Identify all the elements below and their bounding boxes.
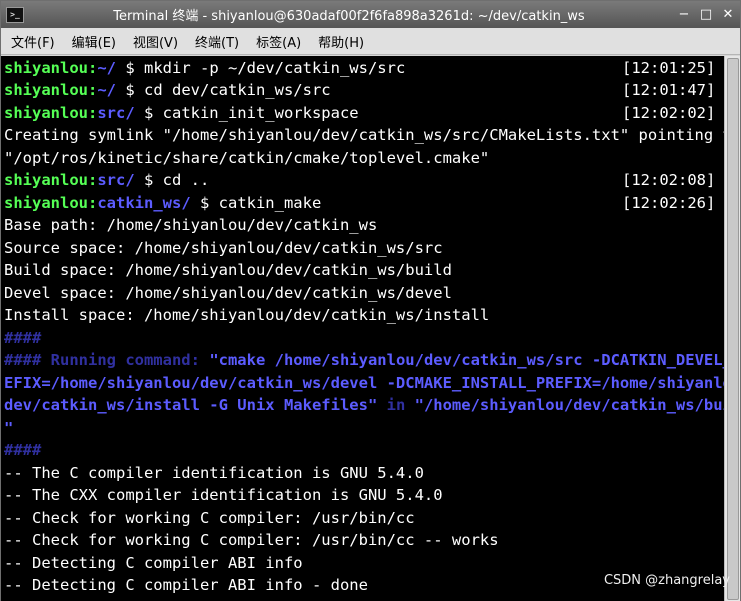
output-line: Base path: /home/shiyanlou/dev/catkin_ws [4, 216, 378, 234]
command-text: $ cd .. [134, 171, 210, 189]
menu-terminal[interactable]: 终端(T) [185, 32, 246, 51]
timestamp: [12:01:25] [622, 59, 716, 77]
prompt-line: shiyanlou:catkin_ws/ $ catkin_make [4, 192, 321, 214]
menu-bar: 文件(F) 编辑(E) 视图(V) 终端(T) 标签(A) 帮助(H) [1, 28, 740, 55]
command-text: $ catkin_make [190, 194, 322, 212]
running-dir: "/home/shiyanlou/dev/catkin_ws/build [414, 396, 724, 414]
output-line: -- Check for working C compiler: /usr/bi… [4, 509, 415, 527]
running-cmd: "cmake /home/shiyanlou/dev/catkin_ws/src… [209, 351, 724, 369]
prompt-dir: src/ [97, 104, 135, 122]
prompt-dir: src/ [97, 171, 135, 189]
menu-tabs[interactable]: 标签(A) [246, 32, 308, 51]
prompt-user: shiyanlou: [4, 104, 98, 122]
running-command-line: #### Running command: "cmake /home/shiya… [4, 349, 724, 371]
prompt-line: shiyanlou:~/ $ mkdir -p ~/dev/catkin_ws/… [4, 57, 405, 79]
timestamp: [12:02:26] [622, 194, 716, 212]
prompt-dir: ~/ [97, 81, 116, 99]
command-text: $ cd dev/catkin_ws/src [116, 81, 331, 99]
hash-line: #### [4, 441, 42, 459]
output-line: Devel space: /home/shiyanlou/dev/catkin_… [4, 284, 452, 302]
running-dir: " [4, 419, 14, 437]
prompt-user: shiyanlou: [4, 171, 98, 189]
timestamp: [12:02:02] [622, 104, 716, 122]
watermark: CSDN @zhangrelay [603, 573, 730, 588]
close-button[interactable]: ✕ [718, 6, 738, 24]
running-prefix: #### Running command: [4, 351, 210, 369]
prompt-dir: ~/ [97, 59, 116, 77]
prompt-user: shiyanlou: [4, 59, 98, 77]
prompt-line: shiyanlou:src/ $ catkin_init_workspace [4, 102, 359, 124]
output-line: "/opt/ros/kinetic/share/catkin/cmake/top… [4, 149, 490, 167]
output-line: Source space: /home/shiyanlou/dev/catkin… [4, 239, 443, 257]
terminal-app-icon: >_ [6, 6, 24, 23]
vertical-scrollbar[interactable] [724, 56, 740, 601]
prompt-line: shiyanlou:~/ $ cd dev/catkin_ws/src [4, 79, 331, 101]
menu-help[interactable]: 帮助(H) [308, 32, 371, 51]
prompt-dir: catkin_ws/ [97, 194, 191, 212]
title-bar[interactable]: >_ Terminal 终端 - shiyanlou@630adaf00f2f6… [1, 1, 740, 28]
output-line: -- Detecting C compiler ABI info - done [4, 576, 368, 594]
output-line: -- The CXX compiler identification is GN… [4, 486, 443, 504]
prompt-line: shiyanlou:src/ $ cd .. [4, 169, 209, 191]
prompt-user: shiyanlou: [4, 194, 98, 212]
terminal-window: >_ Terminal 终端 - shiyanlou@630adaf00f2f6… [0, 0, 741, 601]
running-cmd: dev/catkin_ws/install -G Unix Makefiles" [4, 396, 378, 414]
timestamp: [12:02:08] [622, 171, 716, 189]
output-line: Build space: /home/shiyanlou/dev/catkin_… [4, 261, 452, 279]
minimize-button[interactable]: − [674, 6, 694, 24]
output-line: Creating symlink "/home/shiyanlou/dev/ca… [4, 126, 724, 144]
menu-edit[interactable]: 编辑(E) [62, 32, 123, 51]
in-word: in [377, 396, 415, 414]
output-line: -- Check for working C compiler: /usr/bi… [4, 531, 499, 549]
output-line: -- The C compiler identification is GNU … [4, 464, 424, 482]
prompt-user: shiyanlou: [4, 81, 98, 99]
scrollbar-thumb[interactable] [727, 58, 739, 600]
timestamp: [12:01:47] [622, 81, 716, 99]
maximize-button[interactable]: □ [696, 6, 716, 24]
output-line: Install space: /home/shiyanlou/dev/catki… [4, 306, 490, 324]
output-line: -- Detecting C compiler ABI info [4, 554, 303, 572]
menu-view[interactable]: 视图(V) [123, 32, 185, 51]
command-text: $ mkdir -p ~/dev/catkin_ws/src [116, 59, 406, 77]
running-cmd: EFIX=/home/shiyanlou/dev/catkin_ws/devel… [4, 374, 724, 392]
command-text: $ catkin_init_workspace [134, 104, 359, 122]
terminal-output[interactable]: shiyanlou:~/ $ mkdir -p ~/dev/catkin_ws/… [1, 56, 724, 601]
running-command-line: dev/catkin_ws/install -G Unix Makefiles"… [4, 394, 724, 416]
menu-file[interactable]: 文件(F) [1, 32, 62, 51]
window-title: Terminal 终端 - shiyanlou@630adaf00f2f6fa8… [113, 9, 585, 24]
hash-line: #### [4, 329, 42, 347]
